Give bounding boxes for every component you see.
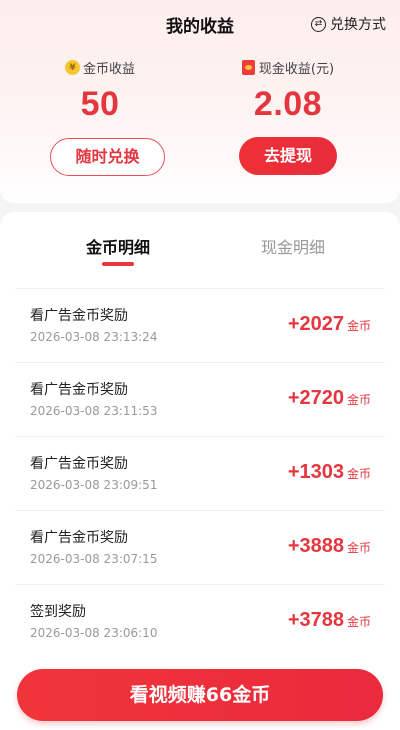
record-amount: +3788 金币 [288,609,371,632]
record-amount: +2027 金币 [288,313,371,336]
earnings-summary: 我的收益 ⇄ 兑换方式 ¥ 金币收益 50 现金收益(元) 2.08 随时兑换 … [0,0,400,203]
coin-icon: ¥ [64,60,80,75]
record-amount-unit: 金币 [346,541,371,555]
record-title: 看广告金币奖励 [30,308,128,324]
record-time: 2026-03-08 23:07:15 [30,552,158,566]
swap-icon: ⇄ [311,16,326,32]
red-packet-icon [241,60,255,75]
coin-earnings-value: 50 [80,85,120,123]
cash-earnings-header: 现金收益(元) [188,58,388,77]
tab-cash-details[interactable]: 现金明细 [243,234,343,258]
record-amount-value: +1303 [287,461,344,483]
list-item: 签到奖励 2026-03-08 23:06:10 +3788 金币 [15,584,385,658]
cash-earnings-value: 2.08 [253,85,323,123]
withdraw-button[interactable]: 去提现 [239,137,337,175]
record-amount-unit: 金币 [346,467,371,481]
record-title: 看广告金币奖励 [30,456,128,472]
exchange-method-label: 兑换方式 [330,17,386,33]
record-amount: +3888 金币 [288,535,371,558]
active-tab-indicator [102,262,134,266]
list-item: 看广告金币奖励 2026-03-08 23:09:51 +1303 金币 [15,436,385,510]
record-amount-unit: 金币 [346,393,371,407]
record-title: 看广告金币奖励 [30,530,128,546]
exchange-anytime-button[interactable]: 随时兑换 [50,138,165,176]
cash-earnings: 现金收益(元) 2.08 [188,58,388,124]
record-amount-unit: 金币 [346,615,371,629]
watch-video-earn-button[interactable]: 看视频赚66金币 [17,669,383,721]
coin-earnings: ¥ 金币收益 50 [0,58,200,124]
tab-coin-details[interactable]: 金币明细 [68,234,168,258]
record-time: 2026-03-08 23:11:53 [30,404,158,418]
records-list: 看广告金币奖励 2026-03-08 23:13:24 +2027 金币 看广告… [15,288,385,658]
record-time: 2026-03-08 23:09:51 [30,478,158,492]
record-amount-unit: 金币 [346,319,371,333]
records-card: 金币明细 现金明细 看广告金币奖励 2026-03-08 23:13:24 +2… [0,212,400,730]
cash-earnings-label: 现金收益(元) [258,62,335,77]
record-title: 看广告金币奖励 [30,382,128,398]
record-amount-value: +2720 [287,387,344,409]
record-time: 2026-03-08 23:06:10 [30,626,158,640]
list-item: 看广告金币奖励 2026-03-08 23:07:15 +3888 金币 [15,510,385,584]
record-title: 签到奖励 [30,604,86,620]
record-amount: +1303 金币 [288,461,371,484]
coin-earnings-label: 金币收益 [82,62,135,77]
record-amount-value: +3788 [287,609,344,631]
record-time: 2026-03-08 23:13:24 [30,330,158,344]
list-item: 看广告金币奖励 2026-03-08 23:11:53 +2720 金币 [15,362,385,436]
record-amount-value: +3888 [287,535,344,557]
coin-earnings-header: ¥ 金币收益 [0,58,200,77]
list-item: 看广告金币奖励 2026-03-08 23:13:24 +2027 金币 [15,288,385,362]
exchange-method-link[interactable]: ⇄ 兑换方式 [311,14,386,34]
record-amount: +2720 金币 [288,387,371,410]
record-amount-value: +2027 [287,313,344,335]
